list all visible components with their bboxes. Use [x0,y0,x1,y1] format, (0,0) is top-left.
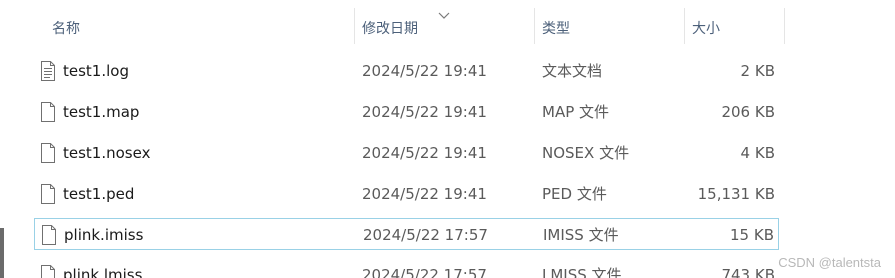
file-date: 2024/5/22 19:41 [362,62,487,80]
file-name[interactable]: plink.lmiss [63,259,142,278]
file-icon [41,102,55,122]
file-size: 4 KB [740,144,775,162]
file-row[interactable]: test1.ped 2024/5/22 19:41 PED 文件 15,131 … [34,178,779,210]
file-size: 2 KB [740,62,775,80]
column-divider[interactable] [684,8,685,44]
column-header-size[interactable]: 大小 [692,10,720,48]
file-type: NOSEX 文件 [542,144,630,162]
file-icon [41,265,55,278]
column-divider[interactable] [534,8,535,44]
file-date: 2024/5/22 19:41 [362,103,487,121]
file-size: 15 KB [730,226,774,244]
column-header-row: 名称 修改日期 类型 大小 [0,10,895,48]
file-size: 15,131 KB [697,185,775,203]
column-header-date[interactable]: 修改日期 [362,10,418,48]
column-divider[interactable] [784,8,785,44]
file-type: LMISS 文件 [542,266,622,278]
file-row[interactable]: test1.log 2024/5/22 19:41 文本文档 2 KB [34,55,779,87]
file-name[interactable]: test1.map [63,96,139,128]
file-size: 743 KB [721,266,775,278]
file-date: 2024/5/22 17:57 [362,266,487,278]
file-list-view: 名称 修改日期 类型 大小 test1.log 2024/5/22 19:41 … [0,0,895,278]
file-type: IMISS 文件 [543,226,619,244]
file-name[interactable]: plink.imiss [64,219,143,251]
file-name[interactable]: test1.log [63,55,129,87]
file-date: 2024/5/22 17:57 [363,226,488,244]
file-row[interactable]: test1.map 2024/5/22 19:41 MAP 文件 206 KB [34,96,779,128]
file-type: 文本文档 [542,62,603,80]
file-type: PED 文件 [542,185,607,203]
file-name[interactable]: test1.ped [63,178,134,210]
file-date: 2024/5/22 19:41 [362,185,487,203]
file-row[interactable]: plink.lmiss 2024/5/22 17:57 LMISS 文件 743… [34,259,779,278]
scrollbar-thumb[interactable] [0,228,4,278]
column-header-name[interactable]: 名称 [52,10,80,48]
file-row-selected[interactable]: plink.imiss 2024/5/22 17:57 IMISS 文件 15 … [34,218,779,250]
file-name[interactable]: test1.nosex [63,137,150,169]
file-type: MAP 文件 [542,103,610,121]
file-size: 206 KB [721,103,775,121]
column-header-type[interactable]: 类型 [542,10,570,48]
sort-descending-icon [438,12,450,19]
file-icon [41,143,55,163]
text-file-icon [41,61,55,81]
file-date: 2024/5/22 19:41 [362,144,487,162]
watermark: CSDN @talentsta [778,255,881,270]
file-icon [41,184,55,204]
column-divider[interactable] [354,8,355,44]
file-icon [42,225,56,245]
file-row[interactable]: test1.nosex 2024/5/22 19:41 NOSEX 文件 4 K… [34,137,779,169]
